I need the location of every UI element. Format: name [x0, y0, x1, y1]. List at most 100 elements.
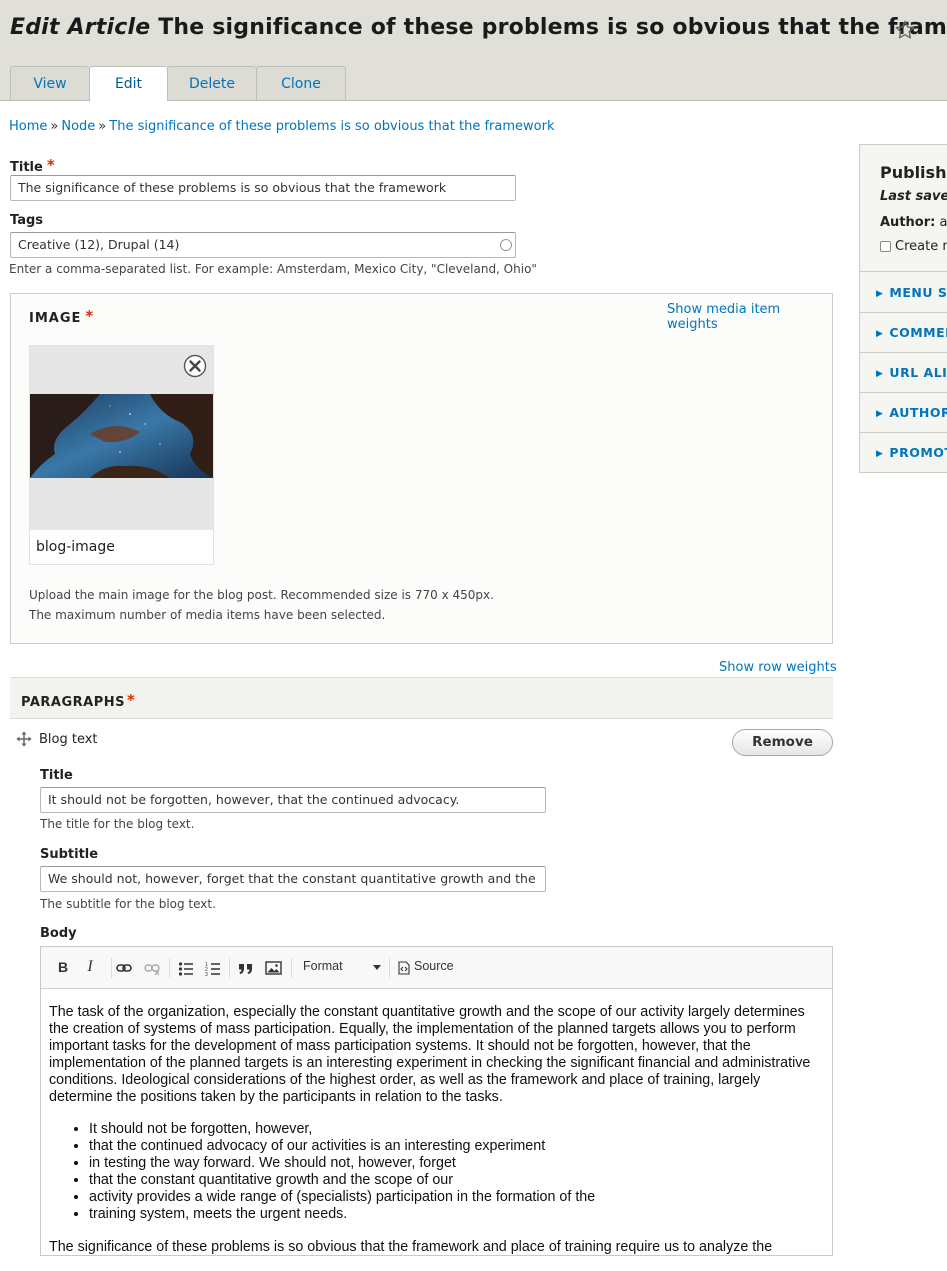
tags-input[interactable]: Creative (12), Drupal (14)	[10, 232, 516, 258]
media-thumbnail-image	[30, 394, 213, 478]
show-row-weights-link[interactable]: Show row weights	[719, 660, 837, 675]
publish-status: Published	[880, 163, 947, 182]
body-label: Body	[40, 926, 77, 941]
tab-delete[interactable]: Delete	[167, 66, 256, 101]
blog-title-description: The title for the blog text.	[40, 817, 195, 831]
bulleted-list-icon[interactable]	[178, 959, 194, 977]
image-limit-message: The maximum number of media items have b…	[29, 608, 386, 622]
create-revision[interactable]: Create n	[880, 239, 947, 254]
tab-edit[interactable]: Edit	[89, 66, 167, 102]
blog-subtitle-input[interactable]: We should not, however, forget that the …	[40, 866, 546, 892]
blockquote-icon[interactable]	[237, 959, 255, 977]
sidebar-section-comments[interactable]: ▶ COMMEN	[860, 313, 947, 353]
svg-text:3: 3	[205, 972, 208, 977]
list-item: activity provides a wide range of (speci…	[89, 1189, 824, 1206]
paragraphs-title-text: PARAGRAPHS	[21, 695, 125, 710]
required-marker: *	[46, 156, 55, 174]
autocomplete-icon	[500, 239, 512, 251]
editor-content[interactable]: The task of the organization, especially…	[49, 1004, 824, 1271]
list-item: that the continued advocacy of our activ…	[89, 1138, 824, 1155]
sidebar-section-authoring[interactable]: ▶ AUTHOR	[860, 393, 947, 433]
sidebar-section-url-alias[interactable]: ▶ URL ALIA	[860, 353, 947, 393]
breadcrumb-current[interactable]: The significance of these problems is so…	[109, 119, 554, 134]
required-marker: *	[85, 307, 95, 325]
breadcrumb-home[interactable]: Home	[9, 119, 47, 134]
publish-status-panel: Published Last saved Author: ad Create n	[860, 145, 947, 272]
page-header: Edit Article The significance of these p…	[0, 0, 947, 102]
bold-icon[interactable]: B	[55, 959, 71, 977]
breadcrumb-node[interactable]: Node	[61, 119, 95, 134]
create-revision-label: Create n	[895, 239, 947, 254]
checkbox-icon[interactable]	[880, 241, 891, 252]
star-icon[interactable]	[894, 19, 916, 41]
required-marker: *	[126, 691, 136, 709]
tags-value: Creative (12), Drupal (14)	[18, 237, 180, 252]
toolbar-separator	[111, 958, 112, 978]
meta-sidebar: Published Last saved Author: ad Create n…	[859, 144, 947, 473]
blog-subtitle-description: The subtitle for the blog text.	[40, 897, 216, 911]
breadcrumb-separator: »	[98, 119, 107, 134]
show-media-weights-link[interactable]: Show media item weights	[667, 302, 832, 332]
editor-paragraph: The task of the organization, especially…	[49, 1004, 811, 1105]
triangle-right-icon: ▶	[876, 449, 884, 459]
toolbar-separator	[169, 958, 170, 978]
source-label: Source	[414, 959, 454, 973]
image-legend-text: Image	[29, 311, 82, 326]
image-legend: Image *	[29, 307, 94, 326]
list-item: It should not be forgotten, however,	[89, 1121, 824, 1138]
drag-icon[interactable]	[16, 731, 32, 747]
editor-toolbar: B I 1 2 3 Format Source	[41, 947, 832, 989]
author-info: Author: ad	[880, 215, 947, 230]
paragraphs-title: PARAGRAPHS *	[21, 691, 135, 710]
remove-paragraph-button[interactable]: Remove	[732, 729, 833, 756]
breadcrumb: Home» Node» The significance of these prob…	[9, 119, 554, 134]
last-saved: Last saved	[880, 189, 947, 204]
blog-title-input[interactable]: It should not be forgotten, however, tha…	[40, 787, 546, 813]
toolbar-separator	[291, 958, 292, 978]
tabs: View Edit Delete Clone	[10, 66, 346, 102]
image-icon[interactable]	[265, 959, 282, 977]
tab-view[interactable]: View	[10, 66, 89, 101]
sidebar-section-promotion[interactable]: ▶ PROMOT	[860, 433, 947, 472]
toolbar-separator	[389, 958, 390, 978]
italic-icon[interactable]: I	[83, 958, 97, 976]
close-icon[interactable]	[183, 354, 207, 378]
blog-title-label: Title	[40, 768, 73, 783]
source-button[interactable]: Source	[398, 959, 460, 977]
tags-description: Enter a comma-separated list. For exampl…	[9, 262, 537, 276]
sidebar-section-label: COMMEN	[889, 325, 947, 340]
sidebar-section-label: PROMOT	[889, 445, 947, 460]
triangle-right-icon: ▶	[876, 289, 884, 299]
triangle-right-icon: ▶	[876, 369, 884, 379]
media-name: blog-image	[36, 539, 115, 555]
tags-label: Tags	[10, 213, 44, 228]
format-dropdown[interactable]: Format	[297, 959, 383, 977]
editor-paragraph: The significance of these problems is so…	[49, 1239, 773, 1255]
unlink-icon[interactable]	[144, 959, 160, 977]
source-icon	[398, 961, 410, 975]
paragraphs-header: PARAGRAPHS *	[10, 677, 833, 719]
paragraph-type-label: Blog text	[39, 732, 98, 747]
triangle-right-icon: ▶	[876, 409, 884, 419]
sidebar-section-label: AUTHOR	[889, 405, 947, 420]
page-title-text: The significance of these problems is so…	[158, 15, 947, 40]
title-input[interactable]: The significance of these problems is so…	[10, 175, 516, 201]
numbered-list-icon[interactable]: 1 2 3	[205, 959, 221, 977]
body-editor: B I 1 2 3 Format Source The task of the …	[40, 946, 833, 1256]
format-dropdown-label: Format	[303, 959, 343, 973]
list-item: in testing the way forward. We should no…	[89, 1155, 824, 1172]
link-icon[interactable]	[116, 959, 132, 977]
sidebar-section-menu[interactable]: ▶ MENU SE	[860, 273, 947, 313]
image-description: Upload the main image for the blog post.…	[29, 588, 494, 602]
page-title-prefix: Edit Article	[10, 15, 151, 40]
triangle-right-icon: ▶	[876, 329, 884, 339]
tab-clone[interactable]: Clone	[256, 66, 346, 101]
list-item: that the constant quantitative growth an…	[89, 1172, 824, 1189]
list-item: training system, meets the urgent needs.	[89, 1206, 824, 1223]
title-label-text: Title	[10, 160, 43, 175]
dropdown-arrow-icon	[373, 965, 381, 970]
media-item[interactable]: blog-image	[29, 345, 214, 565]
author-label: Author:	[880, 215, 936, 230]
author-value: ad	[939, 215, 947, 230]
breadcrumb-separator: »	[50, 119, 59, 134]
